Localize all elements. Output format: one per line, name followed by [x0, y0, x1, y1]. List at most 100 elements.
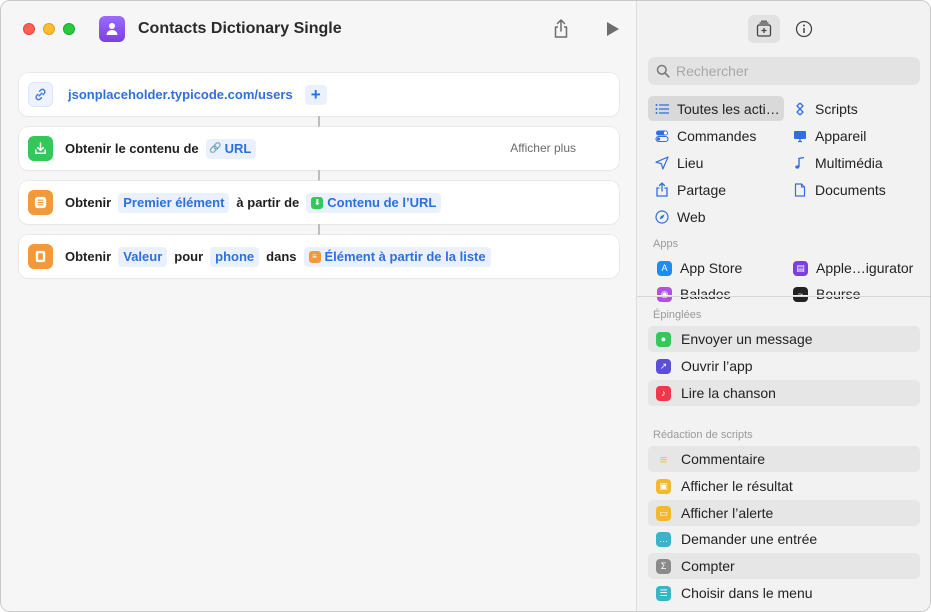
- music-icon: ♪: [656, 385, 671, 401]
- pinned-item-open-app[interactable]: ↗ Ouvrir l’app: [648, 353, 920, 379]
- action-label: Obtenir: [65, 195, 112, 210]
- action-label: dans: [266, 249, 297, 264]
- token-label: Contenu de l’URL: [327, 195, 437, 210]
- list-icon: ≡: [308, 250, 321, 263]
- category-label: Partage: [677, 181, 727, 198]
- category-label: Web: [677, 208, 706, 225]
- scripting-section-label: Rédaction de scripts: [653, 429, 753, 441]
- category-label: Documents: [815, 181, 886, 198]
- url-variable-token[interactable]: 🔗 URL: [205, 138, 257, 159]
- action-label: à partir de: [236, 195, 300, 210]
- shortcut-person-icon[interactable]: [99, 16, 125, 42]
- category-media[interactable]: Multimédia: [786, 150, 883, 175]
- category-device[interactable]: Appareil: [786, 123, 866, 148]
- play-icon: [607, 22, 619, 36]
- category-location[interactable]: Lieu: [648, 150, 703, 175]
- details-tab[interactable]: [788, 15, 820, 43]
- sigma-icon: Σ: [656, 558, 671, 574]
- app-item-apple-configurator[interactable]: ▤ Apple…igurator: [793, 257, 913, 279]
- search-field[interactable]: [648, 57, 920, 85]
- category-all-actions[interactable]: Toutes les acti…: [648, 96, 784, 121]
- apple-configurator-icon: ▤: [793, 260, 808, 276]
- action-item-label: Lire la chanson: [681, 385, 776, 401]
- search-icon: [656, 64, 670, 78]
- minimize-button[interactable]: [43, 23, 55, 35]
- editor-pane: Contacts Dictionary Single jsonplacehold…: [1, 1, 636, 611]
- close-button[interactable]: [23, 23, 35, 35]
- category-scripts[interactable]: Scripts: [786, 96, 858, 121]
- toggle-icon: [654, 128, 670, 144]
- action-item-label: Ouvrir l’app: [681, 358, 753, 374]
- zoom-button[interactable]: [63, 23, 75, 35]
- url-action[interactable]: jsonplaceholder.typicode.com/users +: [19, 73, 619, 116]
- key-token[interactable]: phone: [210, 246, 260, 267]
- show-more-button[interactable]: Afficher plus: [510, 141, 576, 155]
- ask-input-icon: …: [656, 531, 671, 547]
- category-documents[interactable]: Documents: [786, 177, 886, 202]
- app-item-podcasts[interactable]: ◉ Balados: [657, 283, 731, 305]
- pinned-item-play-song[interactable]: ♪ Lire la chanson: [648, 380, 920, 406]
- scripting-item-comment[interactable]: ≡ Commentaire: [648, 446, 920, 472]
- app-label: Balados: [680, 286, 731, 302]
- list-icon: [654, 101, 670, 117]
- compass-icon: [654, 209, 670, 225]
- category-controls[interactable]: Commandes: [648, 123, 756, 148]
- action-item-label: Compter: [681, 558, 735, 574]
- get-dictionary-value-action[interactable]: Obtenir Valeur pour phone dans ≡ Élément …: [19, 235, 619, 278]
- library-add-icon: [756, 20, 772, 37]
- stocks-icon: ~: [793, 286, 808, 302]
- app-item-stocks[interactable]: ~ Bourse: [793, 283, 860, 305]
- location-arrow-icon: [654, 155, 670, 171]
- scripting-item-show-alert[interactable]: ▭ Afficher l’alerte: [648, 500, 920, 526]
- action-item-label: Choisir dans le menu: [681, 585, 813, 601]
- category-label: Multimédia: [815, 154, 883, 171]
- pinned-item-send-message[interactable]: ● Envoyer un message: [648, 326, 920, 352]
- app-item-app-store[interactable]: A App Store: [657, 257, 742, 279]
- token-label: Élément à partir de la liste: [324, 249, 486, 264]
- token-label: URL: [224, 141, 252, 156]
- download-icon: ⬇: [311, 196, 324, 209]
- value-token[interactable]: Valeur: [118, 246, 168, 267]
- action-library-sidebar: Toutes les acti… Scripts Commandes Appar…: [636, 1, 930, 611]
- comment-lines-icon: ≡: [659, 451, 668, 467]
- share-icon: [554, 19, 568, 38]
- first-item-token[interactable]: Premier élément: [118, 192, 230, 213]
- link-icon: 🔗: [209, 143, 222, 154]
- menu-icon: ☰: [656, 585, 671, 601]
- app-store-icon: A: [657, 260, 672, 276]
- url-token[interactable]: jsonplaceholder.typicode.com/users: [65, 85, 298, 105]
- action-item-label: Envoyer un message: [681, 331, 813, 347]
- download-icon: [28, 136, 53, 161]
- scripting-item-count[interactable]: Σ Compter: [648, 553, 920, 579]
- pinned-section-label: Épinglées: [653, 309, 702, 321]
- url-contents-token[interactable]: ⬇ Contenu de l’URL: [306, 192, 442, 213]
- link-icon: [28, 82, 53, 107]
- scripting-item-show-result[interactable]: ▣ Afficher le résultat: [648, 473, 920, 499]
- alert-icon: ▭: [656, 505, 671, 521]
- run-button[interactable]: [601, 17, 625, 41]
- shortcuts-window: Contacts Dictionary Single jsonplacehold…: [0, 0, 931, 612]
- display-icon: [792, 128, 808, 144]
- action-label: Obtenir: [65, 249, 112, 264]
- item-from-list-token[interactable]: ≡ Élément à partir de la liste: [303, 246, 491, 267]
- app-label: Bourse: [816, 286, 861, 302]
- search-input[interactable]: [676, 63, 896, 79]
- share-button[interactable]: [549, 17, 573, 41]
- add-url-button[interactable]: +: [304, 84, 327, 105]
- category-sharing[interactable]: Partage: [648, 177, 726, 202]
- action-library-tab[interactable]: [748, 15, 780, 43]
- category-label: Scripts: [815, 100, 858, 117]
- get-item-from-list-action[interactable]: Obtenir Premier élément à partir de ⬇ Con…: [19, 181, 619, 224]
- window-title[interactable]: Contacts Dictionary Single: [138, 20, 342, 38]
- category-label: Appareil: [815, 127, 867, 144]
- app-label: App Store: [680, 260, 743, 276]
- scripting-item-ask-input[interactable]: … Demander une entrée: [648, 526, 920, 552]
- sidebar-toolbar: [637, 1, 930, 57]
- open-app-icon: ↗: [656, 358, 671, 374]
- sidebar-divider[interactable]: [637, 296, 930, 297]
- action-item-label: Demander une entrée: [681, 531, 818, 547]
- scripting-item-choose-from-menu[interactable]: ☰ Choisir dans le menu: [648, 580, 920, 606]
- scripts-icon: [792, 101, 808, 117]
- get-contents-action[interactable]: Obtenir le contenu de 🔗 URL Afficher plus: [19, 127, 619, 170]
- category-web[interactable]: Web: [648, 204, 706, 229]
